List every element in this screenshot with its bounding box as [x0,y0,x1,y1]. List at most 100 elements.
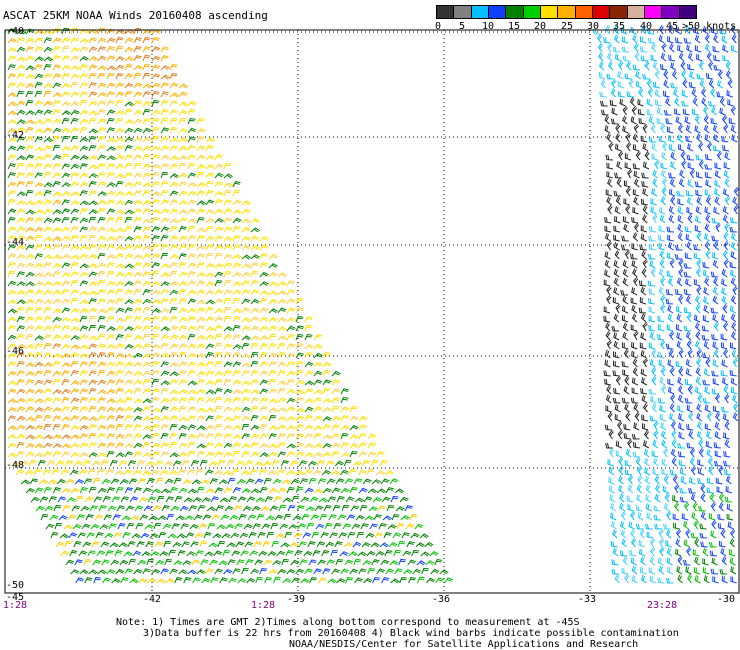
wind-barb [268,407,278,413]
wind-barb [363,496,373,503]
wind-barb [196,235,205,242]
wind-barb [241,362,251,368]
wind-barb [180,523,189,530]
wind-barb [151,37,160,44]
wind-barb [624,403,630,413]
wind-barb [664,493,670,503]
wind-barb [683,307,692,314]
wind-barb [259,271,269,278]
legend-label: 40 [639,21,653,32]
wind-barb [97,279,106,287]
wind-barb [362,559,372,566]
wind-barb [335,558,344,566]
wind-barb [196,182,206,188]
wind-barb [662,141,668,152]
wind-barb [287,504,296,512]
wind-barb [709,493,715,503]
wind-barb [187,361,197,368]
wind-barb [142,127,152,134]
wind-barb [160,451,170,458]
wind-barb [200,559,209,566]
wind-barb [295,407,305,413]
wind-barb [380,478,390,485]
wind-barb [97,244,106,251]
wind-barb [161,505,170,512]
wind-barb [417,576,425,584]
wind-barb [250,414,259,422]
wind-barb [678,348,684,359]
wind-barb [197,504,206,512]
wind-barb [25,325,35,332]
wind-barb [667,313,674,323]
wind-barb [223,289,233,296]
wind-barb [685,278,692,287]
wind-barb [52,127,62,134]
wind-barb [52,227,62,233]
wind-barb [205,190,214,197]
wind-barb [169,423,178,431]
wind-barb [705,196,712,206]
wind-barb [178,334,188,341]
wind-barb [209,559,219,566]
wind-barb [116,505,126,512]
wind-barb [696,133,702,143]
wind-barb [678,52,685,62]
wind-barb [232,406,242,413]
wind-barb [195,550,204,557]
wind-barb [165,496,175,503]
wind-barb [712,124,719,134]
wind-barb [16,226,26,233]
wind-barb [715,412,721,422]
wind-barb [214,154,223,161]
wind-barb [115,568,125,575]
wind-barb [74,559,83,566]
wind-barb [160,343,169,350]
wind-barb [174,495,183,503]
wind-barb [615,196,622,206]
wind-barb [124,370,134,377]
wind-barb [88,388,97,395]
wind-barb [713,277,719,287]
wind-barb [725,70,732,80]
wind-barb [613,287,620,296]
wind-barb [151,82,161,89]
wind-barb [626,168,633,179]
wind-barb [7,452,17,458]
wind-barb [178,181,188,188]
wind-barb [178,253,187,260]
wind-barb [238,514,247,521]
wind-barb [730,241,737,251]
wind-barb [123,469,133,476]
wind-barb [187,369,196,377]
wind-barb [642,161,650,170]
wind-barb [70,326,80,332]
wind-barb [43,56,53,62]
wind-barb [133,487,142,494]
wind-barb [142,145,152,152]
wind-barb [151,378,160,386]
legend-label: 30 [586,21,600,32]
wind-barb [178,451,188,458]
wind-barb [43,306,52,314]
wind-barb [661,468,669,476]
wind-barb [604,424,613,431]
wind-barb [241,307,251,314]
wind-barb [657,397,666,404]
wind-barb [25,110,35,116]
wind-barb [88,164,98,170]
wind-barb [677,134,684,143]
wind-barb [25,253,35,260]
wind-barb [97,298,106,305]
wind-barb [97,452,107,458]
wind-barb [691,88,698,98]
legend-label: 15 [507,21,521,32]
wind-barb [187,154,197,161]
wind-barb [70,200,80,206]
wind-barb [97,37,107,44]
wind-barb [106,227,116,233]
wind-barb [326,478,336,485]
wind-barb [115,55,125,62]
wind-barb [295,415,305,422]
wind-barb [160,415,170,422]
wind-barb [241,317,251,323]
